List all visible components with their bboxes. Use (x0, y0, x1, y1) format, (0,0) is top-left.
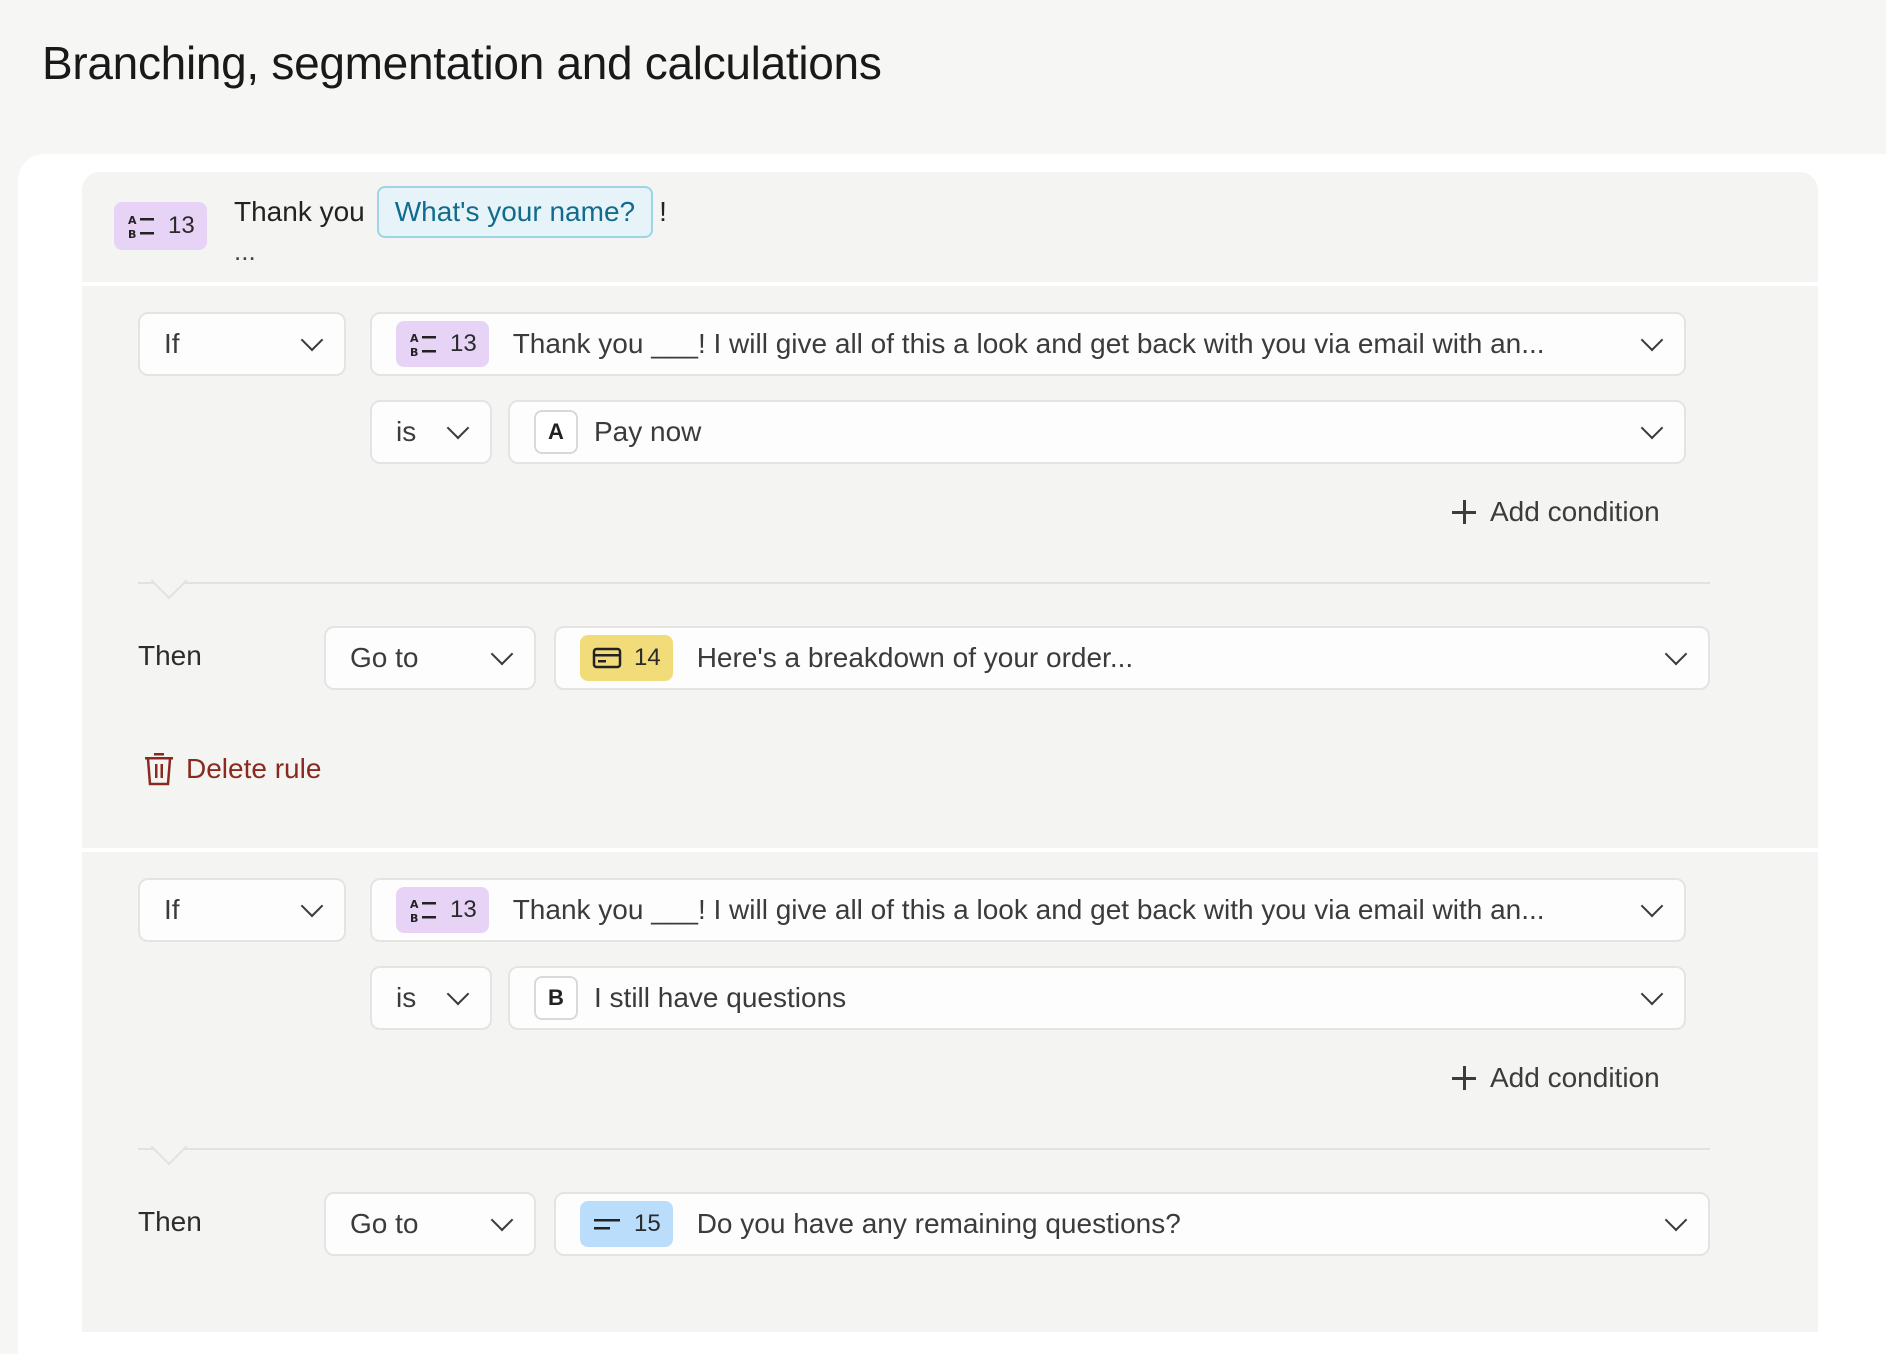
if-label: If (164, 328, 180, 359)
chevron-down-icon (446, 416, 470, 440)
question-dropdown[interactable]: A B 13 Thank you ___! I will give all of… (370, 878, 1686, 942)
page-title: Branching, segmentation and calculations (42, 37, 882, 89)
operator-label: is (396, 982, 417, 1013)
add-condition-label: Add condition (1490, 1062, 1660, 1093)
question-badge: A B 13 (396, 321, 489, 367)
add-condition-button[interactable]: Add condition (1452, 496, 1660, 528)
short-text-icon (594, 1219, 620, 1230)
chevron-down-icon (1640, 982, 1664, 1006)
svg-text:B: B (128, 228, 136, 241)
operator-dropdown[interactable]: is (370, 966, 492, 1030)
logic-rule: If A B 13 Thank you ___! I will give all… (82, 852, 1818, 1332)
if-label: If (164, 894, 180, 925)
divider (138, 1148, 1710, 1150)
operator-dropdown[interactable]: is (370, 400, 492, 464)
delete-rule-button[interactable]: Delete rule (144, 752, 321, 786)
choice-key: A (534, 410, 578, 454)
chevron-down-icon (1640, 416, 1664, 440)
action-dropdown[interactable]: Go to (324, 1192, 536, 1256)
choice-value: I still have questions (594, 982, 847, 1013)
chevron-down-icon (1664, 1208, 1688, 1232)
chevron-down-icon (446, 982, 470, 1006)
plus-icon (1452, 500, 1476, 524)
trash-icon (145, 753, 173, 786)
question-ellipsis: ... (234, 236, 256, 266)
if-dropdown[interactable]: If (138, 878, 346, 942)
chevron-down-icon (490, 1208, 514, 1232)
action-dropdown[interactable]: Go to (324, 626, 536, 690)
svg-text:A: A (410, 898, 419, 911)
operator-label: is (396, 416, 417, 447)
chevron-down-icon (300, 328, 324, 352)
add-condition-label: Add condition (1490, 496, 1660, 527)
choice-dropdown[interactable]: A Pay now (508, 400, 1686, 464)
target-number: 14 (634, 644, 661, 671)
choice-dropdown[interactable]: B I still have questions (508, 966, 1686, 1030)
recall-chip[interactable]: What's your name? (376, 186, 654, 238)
svg-text:B: B (410, 346, 418, 359)
then-label: Then (138, 1206, 202, 1237)
action-label: Go to (350, 642, 419, 673)
question-number: 13 (450, 330, 477, 357)
target-dropdown[interactable]: 15 Do you have any remaining questions? (554, 1192, 1710, 1256)
target-text: Here's a breakdown of your order... (696, 642, 1134, 673)
if-dropdown[interactable]: If (138, 312, 346, 376)
svg-text:A: A (410, 332, 419, 345)
payment-card-icon (592, 647, 622, 669)
logic-panel: A B 13 Thank you What's your name? ! ...… (82, 172, 1818, 1332)
delete-rule-label: Delete rule (186, 753, 322, 784)
target-dropdown[interactable]: 14 Here's a breakdown of your order... (554, 626, 1710, 690)
chevron-down-icon (1640, 894, 1664, 918)
question-title: Thank you What's your name? ! (234, 186, 667, 238)
then-label: Then (138, 640, 202, 671)
divider-notch (150, 1128, 188, 1166)
target-badge: 15 (580, 1201, 673, 1247)
chevron-down-icon (490, 642, 514, 666)
question-number: 13 (450, 896, 477, 923)
svg-text:A: A (128, 214, 137, 227)
multiple-choice-icon: A B (410, 332, 436, 359)
question-dropdown[interactable]: A B 13 Thank you ___! I will give all of… (370, 312, 1686, 376)
chevron-down-icon (1640, 328, 1664, 352)
chevron-down-icon (1664, 642, 1688, 666)
question-text: Thank you ___! I will give all of this a… (512, 328, 1545, 359)
logic-rule: If A B 13 Thank you ___! I will give all… (82, 286, 1818, 852)
question-badge: A B 13 (114, 202, 207, 250)
svg-text:B: B (410, 912, 418, 925)
add-condition-button[interactable]: Add condition (1452, 1062, 1660, 1094)
action-label: Go to (350, 1208, 419, 1239)
choice-value: Pay now (594, 416, 702, 447)
divider (138, 582, 1710, 584)
question-text: Thank you ___! I will give all of this a… (512, 894, 1545, 925)
multiple-choice-icon: A B (410, 898, 436, 925)
question-number: 13 (168, 212, 195, 239)
divider-notch (150, 562, 188, 600)
choice-key: B (534, 976, 578, 1020)
question-header: A B 13 Thank you What's your name? ! ... (82, 172, 1818, 286)
chevron-down-icon (300, 894, 324, 918)
multiple-choice-icon: A B (128, 214, 154, 241)
target-text: Do you have any remaining questions? (696, 1208, 1181, 1239)
question-badge: A B 13 (396, 887, 489, 933)
target-badge: 14 (580, 635, 673, 681)
question-title-suffix: ! (659, 196, 667, 227)
plus-icon (1452, 1066, 1476, 1090)
question-title-text: Thank you (234, 196, 365, 227)
target-number: 15 (634, 1210, 661, 1237)
